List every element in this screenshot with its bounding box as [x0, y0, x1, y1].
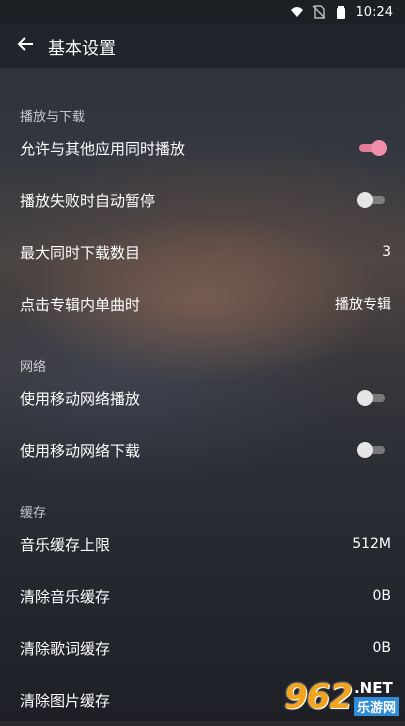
setting-label: 清除图片缓存: [20, 691, 111, 710]
watermark-net: .NET: [353, 678, 393, 697]
setting-value: 0B: [372, 588, 391, 604]
setting-album-song-click[interactable]: 点击专辑内单曲时 播放专辑: [0, 278, 405, 330]
toggle-switch-off[interactable]: [357, 192, 387, 208]
setting-label: 播放失败时自动暂停: [20, 191, 156, 210]
setting-label: 使用移动网络下载: [20, 441, 141, 460]
setting-label: 清除歌词缓存: [20, 639, 111, 658]
no-sim-icon: [312, 5, 326, 19]
setting-mobile-download[interactable]: 使用移动网络下载: [0, 424, 405, 476]
setting-value: 3: [382, 244, 391, 260]
toggle-knob: [357, 442, 373, 458]
back-button[interactable]: [6, 26, 46, 66]
setting-clear-lyrics-cache[interactable]: 清除歌词缓存 0B: [0, 622, 405, 674]
setting-allow-simultaneous[interactable]: 允许与其他应用同时播放: [0, 122, 405, 174]
setting-label: 最大同时下载数目: [20, 243, 141, 262]
app-bar: 基本设置: [0, 24, 405, 68]
setting-clear-music-cache[interactable]: 清除音乐缓存 0B: [0, 570, 405, 622]
setting-mobile-play[interactable]: 使用移动网络播放: [0, 372, 405, 424]
page-title: 基本设置: [48, 38, 116, 59]
toggle-knob: [357, 192, 373, 208]
status-time: 10:24: [355, 4, 393, 20]
watermark-number: 962: [284, 677, 353, 717]
arrow-left-icon: [17, 35, 35, 57]
toggle-switch-off[interactable]: [357, 442, 387, 458]
setting-label: 使用移动网络播放: [20, 389, 141, 408]
setting-value: 512M: [352, 536, 391, 552]
battery-icon: [334, 5, 348, 19]
watermark-cn: 乐游网: [353, 696, 399, 716]
toggle-knob: [371, 140, 387, 156]
setting-max-downloads[interactable]: 最大同时下载数目 3: [0, 226, 405, 278]
setting-music-cache-limit[interactable]: 音乐缓存上限 512M: [0, 518, 405, 570]
status-bar: 10:24: [0, 0, 405, 24]
watermark-side: .NET 乐游网: [353, 678, 399, 716]
setting-label: 点击专辑内单曲时: [20, 295, 141, 314]
toggle-switch-on[interactable]: [357, 140, 387, 156]
toggle-switch-off[interactable]: [357, 390, 387, 406]
setting-label: 音乐缓存上限: [20, 535, 111, 554]
setting-value: 0B: [372, 640, 391, 656]
setting-value: 播放专辑: [335, 297, 391, 313]
setting-label: 清除音乐缓存: [20, 587, 111, 606]
toggle-knob: [357, 390, 373, 406]
site-watermark-logo: 962 .NET 乐游网: [284, 677, 399, 717]
wifi-icon: [290, 5, 304, 19]
setting-label: 允许与其他应用同时播放: [20, 139, 186, 158]
setting-auto-pause[interactable]: 播放失败时自动暂停: [0, 174, 405, 226]
